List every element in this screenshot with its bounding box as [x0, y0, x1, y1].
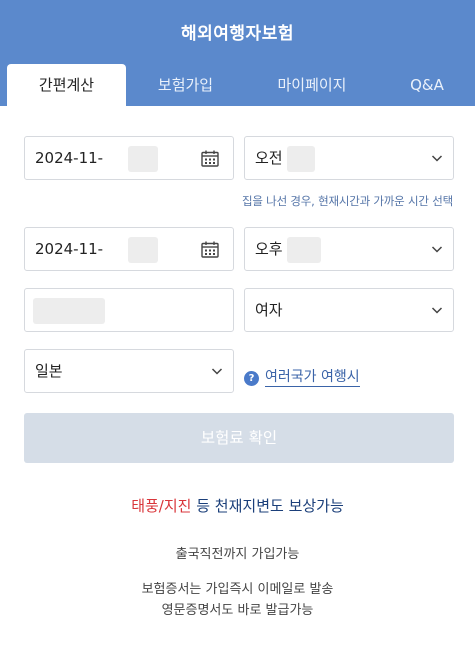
tab-mypage[interactable]: 마이페이지 [245, 64, 379, 106]
disaster-coverage-notice: 태풍/지진 등 천재지변도 보상가능 [0, 495, 475, 516]
redacted-birthdate [33, 298, 105, 324]
depart-date-input[interactable]: 2024-11- [24, 136, 234, 180]
country-select[interactable]: 일본 [24, 349, 234, 393]
return-date-input[interactable]: 2024-11- [24, 227, 234, 271]
gender-value: 여자 [255, 301, 283, 319]
notice-english-certificate: 영문증명서도 바로 발급가능 [161, 603, 314, 618]
disaster-highlight: 태풍/지진 [131, 497, 192, 515]
notice-signup-deadline: 출국직전까지 가입가능 [175, 547, 300, 562]
chevron-down-icon [431, 246, 443, 253]
chevron-down-icon [431, 155, 443, 162]
chevron-down-icon [431, 307, 443, 314]
multi-country-link[interactable]: ? 여러국가 여행시 [244, 367, 360, 389]
return-date-value: 2024-11- [35, 240, 104, 258]
return-ampm-value: 오후 [255, 240, 283, 258]
help-icon: ? [244, 370, 259, 386]
header-bar: 해외여행자보험 간편계산 보험가입 마이페이지 Q&A [0, 0, 475, 106]
tab-signup[interactable]: 보험가입 [126, 64, 245, 106]
redacted-day [128, 146, 158, 172]
tab-bar: 간편계산 보험가입 마이페이지 Q&A [0, 64, 475, 106]
depart-time-hint: 집을 나선 경우, 현재시간과 가까운 시간 선택 [241, 194, 453, 208]
redacted-hour [287, 237, 321, 263]
return-time-select[interactable]: 오후 [244, 227, 454, 271]
notice-certificate-email: 보험증서는 가입즉시 이메일로 발송 [141, 582, 334, 597]
redacted-hour [287, 146, 315, 172]
redacted-day [128, 237, 158, 263]
country-value: 일본 [35, 362, 63, 380]
depart-time-select[interactable]: 오전 [244, 136, 454, 180]
tab-qna[interactable]: Q&A [379, 64, 475, 106]
check-premium-button[interactable]: 보험료 확인 [24, 413, 454, 463]
page-title: 해외여행자보험 [181, 24, 294, 44]
calendar-icon[interactable] [201, 241, 219, 258]
depart-ampm-value: 오전 [255, 149, 283, 167]
calendar-icon[interactable] [201, 150, 219, 167]
multi-country-label[interactable]: 여러국가 여행시 [265, 369, 360, 387]
disaster-rest: 등 천재지변도 보상가능 [191, 497, 344, 515]
depart-date-value: 2024-11- [35, 149, 104, 167]
chevron-down-icon [211, 368, 223, 375]
tab-quick-calc[interactable]: 간편계산 [7, 64, 126, 106]
gender-select[interactable]: 여자 [244, 288, 454, 332]
birthdate-input[interactable] [24, 288, 234, 332]
